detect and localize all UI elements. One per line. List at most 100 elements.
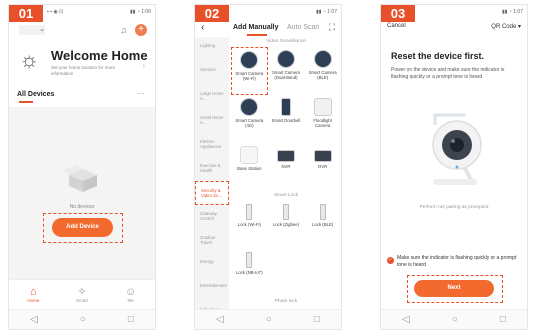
tab-smart[interactable]: ✧ Smart bbox=[62, 286, 102, 303]
device-label: Smart Camera (BLE) bbox=[308, 70, 337, 80]
lock-icon bbox=[319, 204, 326, 220]
recents-nav-icon[interactable]: □ bbox=[500, 314, 506, 325]
system-nav-bar: ◁ ○ □ bbox=[381, 309, 527, 329]
category-item[interactable]: Outdoor Travel bbox=[195, 229, 229, 253]
tab-underline bbox=[19, 101, 33, 103]
check-icon[interactable]: ✓ bbox=[387, 257, 394, 264]
device-item[interactable]: Lock (Zigbee) bbox=[268, 201, 305, 249]
welcome-card[interactable]: ☼ Welcome Home Set your home location fo… bbox=[17, 45, 148, 81]
step-badge-3: 03 bbox=[381, 5, 415, 22]
device-label: NVR bbox=[281, 164, 291, 169]
category-item-security[interactable]: Security & Video Su... bbox=[195, 181, 229, 205]
camera-icon bbox=[240, 51, 259, 69]
category-item[interactable]: Sensors bbox=[195, 61, 229, 85]
tab-me[interactable]: ☺ Me bbox=[111, 286, 151, 303]
floodlight-icon bbox=[313, 98, 332, 116]
cancel-button[interactable]: Cancel bbox=[387, 23, 406, 29]
device-item[interactable]: DVR bbox=[304, 143, 341, 191]
instruction-text: Power on the device and make sure the in… bbox=[391, 67, 505, 80]
scan-icon[interactable]: ⛶ bbox=[329, 22, 335, 33]
lock-icon bbox=[246, 204, 253, 220]
doorbell-icon bbox=[280, 98, 291, 116]
more-icon[interactable]: ··· bbox=[137, 89, 145, 98]
add-device-button[interactable]: Add Device bbox=[52, 218, 113, 237]
device-item[interactable]: NVR bbox=[268, 143, 305, 191]
next-button[interactable]: Next bbox=[414, 280, 494, 297]
device-label: Smart Camera (Wi-Fi) bbox=[235, 71, 264, 81]
tab-label: Me bbox=[127, 298, 134, 303]
tab-label: Home bbox=[27, 298, 40, 303]
device-label: Floodlight Camera bbox=[313, 118, 332, 128]
step-badge-2: 02 bbox=[195, 5, 229, 22]
category-sidebar: Lighting Sensors Large Home A... Small H… bbox=[195, 37, 229, 312]
device-label: DVR bbox=[318, 164, 328, 169]
add-icon[interactable]: + bbox=[135, 24, 147, 36]
back-icon[interactable]: ‹ bbox=[201, 22, 204, 33]
home-selector[interactable]: ⌄ bbox=[19, 25, 45, 35]
device-label: Smart Camera (Dual-Band) bbox=[272, 70, 300, 80]
device-label: Smart Doorbell bbox=[271, 118, 301, 123]
lock-icon bbox=[246, 252, 253, 268]
system-nav-bar: ◁ ○ □ bbox=[195, 309, 341, 329]
device-label: Lock (Zigbee) bbox=[272, 222, 300, 227]
device-item[interactable]: Smart Camera (4G) bbox=[231, 95, 268, 143]
home-nav-icon[interactable]: ○ bbox=[452, 314, 458, 325]
phone-screen-home: 01 ▪ ▪ ◉ ⊡ ▮▮ ◔ 1:06 ⌄ ♫ + ☼ Welcome Home… bbox=[8, 4, 156, 330]
me-icon: ☺ bbox=[125, 286, 137, 298]
category-item[interactable]: Entertainment bbox=[195, 277, 229, 301]
sun-icon: ☼ bbox=[19, 47, 40, 72]
pairing-hint: Perform net pairing as prompted bbox=[419, 205, 489, 210]
section-heading: Smart Lock bbox=[273, 193, 299, 198]
instruction-stage: 01 ▪ ▪ ◉ ⊡ ▮▮ ◔ 1:06 ⌄ ♫ + ☼ Welcome Home… bbox=[0, 0, 534, 334]
back-nav-icon[interactable]: ◁ bbox=[402, 314, 410, 325]
device-grid-lock: Lock (Wi-Fi) Lock (Zigbee) Lock (BLE) Lo… bbox=[231, 201, 341, 297]
device-item[interactable]: Smart Camera (BLE) bbox=[304, 47, 341, 95]
device-item[interactable]: Smart Doorbell bbox=[268, 95, 305, 143]
category-item[interactable]: Small Home A... bbox=[195, 109, 229, 133]
chevron-right-icon: › bbox=[142, 63, 145, 70]
device-item-smart-camera-wifi[interactable]: Smart Camera (Wi-Fi) bbox=[231, 47, 268, 95]
camera-illustration-icon bbox=[432, 113, 482, 185]
recents-nav-icon[interactable]: □ bbox=[128, 314, 134, 325]
no-devices-text: No devices bbox=[69, 204, 95, 210]
device-item[interactable]: Lock (BLE) bbox=[304, 201, 341, 249]
qr-code-dropdown[interactable]: QR Code ▾ bbox=[491, 23, 521, 30]
lock-icon bbox=[282, 204, 289, 220]
tab-auto-scan[interactable]: Auto Scan bbox=[287, 24, 319, 31]
device-label: Base Station bbox=[237, 166, 262, 171]
device-item[interactable]: Smart Camera (Dual-Band) bbox=[268, 47, 305, 95]
category-item[interactable]: Energy bbox=[195, 253, 229, 277]
step-badge-1: 01 bbox=[9, 5, 43, 22]
device-item[interactable]: Lock (Wi-Fi) bbox=[231, 201, 268, 249]
home-nav-icon[interactable]: ○ bbox=[80, 314, 86, 325]
speaker-icon[interactable]: ♫ bbox=[120, 25, 127, 35]
phone-screen-reset: 03 ▮▮ ◔ 1:07 Cancel QR Code ▾ Reset the … bbox=[380, 4, 528, 330]
recents-nav-icon[interactable]: □ bbox=[314, 314, 320, 325]
home-nav-icon[interactable]: ○ bbox=[266, 314, 272, 325]
device-label: Lock (NB-IoT) bbox=[235, 270, 263, 275]
back-nav-icon[interactable]: ◁ bbox=[216, 314, 224, 325]
welcome-subtitle: Set your home location for more informat… bbox=[51, 65, 116, 76]
confirm-checkbox-label[interactable]: Make sure the indicator is flashing quic… bbox=[397, 255, 523, 268]
device-item[interactable]: Lock (NB-IoT) bbox=[231, 249, 268, 297]
tab-label: Smart bbox=[75, 298, 88, 303]
category-item[interactable]: Exercise & Health bbox=[195, 157, 229, 181]
home-icon: ⌂ bbox=[30, 286, 37, 298]
empty-box-icon bbox=[63, 165, 97, 192]
category-item[interactable]: Lighting bbox=[195, 37, 229, 61]
section-heading: Video Surveillance bbox=[266, 39, 306, 44]
page-title: Reset the device first. bbox=[391, 51, 485, 61]
category-item[interactable]: Kitchen Appliances bbox=[195, 133, 229, 157]
smart-icon: ✧ bbox=[77, 286, 87, 298]
all-devices-tab[interactable]: All Devices bbox=[17, 91, 54, 98]
camera-icon bbox=[313, 50, 332, 68]
system-nav-bar: ◁ ○ □ bbox=[9, 309, 155, 329]
tab-home[interactable]: ⌂ Home bbox=[13, 286, 53, 303]
device-item[interactable]: Base Station bbox=[231, 143, 268, 191]
category-item[interactable]: Large Home A... bbox=[195, 85, 229, 109]
tab-add-manually[interactable]: Add Manually bbox=[233, 24, 279, 31]
back-nav-icon[interactable]: ◁ bbox=[30, 314, 38, 325]
device-label: Lock (Wi-Fi) bbox=[237, 222, 261, 227]
category-item[interactable]: Gateway Control bbox=[195, 205, 229, 229]
device-item[interactable]: Floodlight Camera bbox=[304, 95, 341, 143]
